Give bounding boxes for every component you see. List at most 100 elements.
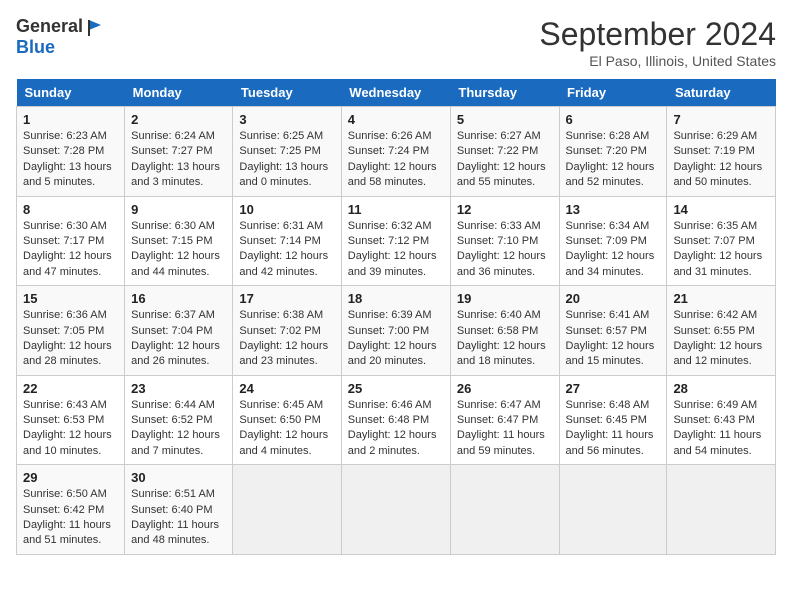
calendar-cell: 10 Sunrise: 6:31 AMSunset: 7:14 PMDayligh… [233, 196, 341, 286]
calendar-header-row: SundayMondayTuesdayWednesdayThursdayFrid… [17, 79, 776, 107]
day-number: 20 [566, 291, 661, 306]
day-number: 22 [23, 381, 118, 396]
day-number: 15 [23, 291, 118, 306]
title-area: September 2024 El Paso, Illinois, United… [539, 16, 776, 69]
day-number: 9 [131, 202, 226, 217]
calendar-cell: 7 Sunrise: 6:29 AMSunset: 7:19 PMDaylight… [667, 107, 776, 197]
day-number: 19 [457, 291, 553, 306]
day-number: 17 [239, 291, 334, 306]
calendar-cell: 23 Sunrise: 6:44 AMSunset: 6:52 PMDayligh… [125, 375, 233, 465]
calendar-cell: 21 Sunrise: 6:42 AMSunset: 6:55 PMDayligh… [667, 286, 776, 376]
calendar-cell: 28 Sunrise: 6:49 AMSunset: 6:43 PMDayligh… [667, 375, 776, 465]
calendar-cell: 17 Sunrise: 6:38 AMSunset: 7:02 PMDayligh… [233, 286, 341, 376]
day-number: 2 [131, 112, 226, 127]
cell-content: Sunrise: 6:46 AMSunset: 6:48 PMDaylight:… [348, 398, 444, 460]
calendar-cell: 24Sunrise: 6:45 AMSunset: 6:50 PMDayligh… [233, 375, 341, 465]
calendar-cell: 13 Sunrise: 6:34 AMSunset: 7:09 PMDayligh… [559, 196, 667, 286]
header-thursday: Thursday [450, 79, 559, 107]
cell-content: Sunrise: 6:37 AMSunset: 7:04 PMDaylight:… [131, 308, 226, 370]
cell-content: Sunrise: 6:42 AMSunset: 6:55 PMDaylight:… [673, 308, 769, 370]
cell-content: Sunrise: 6:26 AMSunset: 7:24 PMDaylight:… [348, 129, 444, 191]
calendar-cell: 25 Sunrise: 6:46 AMSunset: 6:48 PMDayligh… [341, 375, 450, 465]
cell-content: Sunrise: 6:28 AMSunset: 7:20 PMDaylight:… [566, 129, 661, 191]
calendar-week-5: 29Sunrise: 6:50 AMSunset: 6:42 PMDayligh… [17, 465, 776, 555]
logo: General Blue [16, 16, 107, 58]
calendar-cell: 27 Sunrise: 6:48 AMSunset: 6:45 PMDayligh… [559, 375, 667, 465]
logo-flag-icon [87, 18, 107, 36]
cell-content: Sunrise: 6:33 AMSunset: 7:10 PMDaylight:… [457, 219, 553, 281]
calendar-cell: 30Sunrise: 6:51 AMSunset: 6:40 PMDayligh… [125, 465, 233, 555]
cell-content: Sunrise: 6:34 AMSunset: 7:09 PMDaylight:… [566, 219, 661, 281]
calendar-cell: 8 Sunrise: 6:30 AMSunset: 7:17 PMDaylight… [17, 196, 125, 286]
day-number: 21 [673, 291, 769, 306]
day-number: 16 [131, 291, 226, 306]
cell-content: Sunrise: 6:43 AMSunset: 6:53 PMDaylight:… [23, 398, 118, 460]
cell-content: Sunrise: 6:38 AMSunset: 7:02 PMDaylight:… [239, 308, 334, 370]
cell-content: Sunrise: 6:32 AMSunset: 7:12 PMDaylight:… [348, 219, 444, 281]
calendar-cell: 1Sunrise: 6:23 AMSunset: 7:28 PMDaylight… [17, 107, 125, 197]
calendar-cell: 15 Sunrise: 6:36 AMSunset: 7:05 PMDayligh… [17, 286, 125, 376]
day-number: 24 [239, 381, 334, 396]
day-number: 29 [23, 470, 118, 485]
logo-blue-text: Blue [16, 37, 55, 57]
day-number: 25 [348, 381, 444, 396]
day-number: 1 [23, 112, 118, 127]
cell-content: Sunrise: 6:44 AMSunset: 6:52 PMDaylight:… [131, 398, 226, 460]
cell-content: Sunrise: 6:36 AMSunset: 7:05 PMDaylight:… [23, 308, 118, 370]
day-number: 3 [239, 112, 334, 127]
calendar-cell: 4 Sunrise: 6:26 AMSunset: 7:24 PMDaylight… [341, 107, 450, 197]
header-friday: Friday [559, 79, 667, 107]
calendar-cell: 22 Sunrise: 6:43 AMSunset: 6:53 PMDayligh… [17, 375, 125, 465]
day-number: 18 [348, 291, 444, 306]
calendar-cell: 26 Sunrise: 6:47 AMSunset: 6:47 PMDayligh… [450, 375, 559, 465]
header-wednesday: Wednesday [341, 79, 450, 107]
calendar-cell: 19 Sunrise: 6:40 AMSunset: 6:58 PMDayligh… [450, 286, 559, 376]
cell-content: Sunrise: 6:40 AMSunset: 6:58 PMDaylight:… [457, 308, 553, 370]
day-number: 7 [673, 112, 769, 127]
month-title: September 2024 [539, 16, 776, 53]
logo-general-text: General [16, 16, 83, 37]
calendar-cell: 18Sunrise: 6:39 AMSunset: 7:00 PMDayligh… [341, 286, 450, 376]
cell-content: Sunrise: 6:35 AMSunset: 7:07 PMDaylight:… [673, 219, 769, 281]
cell-content: Sunrise: 6:41 AMSunset: 6:57 PMDaylight:… [566, 308, 661, 370]
calendar-cell: 14 Sunrise: 6:35 AMSunset: 7:07 PMDayligh… [667, 196, 776, 286]
calendar-cell: 6 Sunrise: 6:28 AMSunset: 7:20 PMDaylight… [559, 107, 667, 197]
calendar-table: SundayMondayTuesdayWednesdayThursdayFrid… [16, 79, 776, 555]
calendar-cell [450, 465, 559, 555]
day-number: 27 [566, 381, 661, 396]
cell-content: Sunrise: 6:27 AMSunset: 7:22 PMDaylight:… [457, 129, 553, 191]
day-number: 10 [239, 202, 334, 217]
day-number: 4 [348, 112, 444, 127]
day-number: 8 [23, 202, 118, 217]
calendar-cell [341, 465, 450, 555]
calendar-cell: 5Sunrise: 6:27 AMSunset: 7:22 PMDaylight… [450, 107, 559, 197]
calendar-week-3: 15 Sunrise: 6:36 AMSunset: 7:05 PMDayligh… [17, 286, 776, 376]
cell-content: Sunrise: 6:30 AMSunset: 7:15 PMDaylight:… [131, 219, 226, 281]
calendar-cell: 16 Sunrise: 6:37 AMSunset: 7:04 PMDayligh… [125, 286, 233, 376]
cell-content: Sunrise: 6:29 AMSunset: 7:19 PMDaylight:… [673, 129, 769, 191]
cell-content: Sunrise: 6:49 AMSunset: 6:43 PMDaylight:… [673, 398, 769, 460]
day-number: 11 [348, 202, 444, 217]
calendar-cell: 9 Sunrise: 6:30 AMSunset: 7:15 PMDaylight… [125, 196, 233, 286]
cell-content: Sunrise: 6:24 AMSunset: 7:27 PMDaylight:… [131, 129, 226, 191]
day-number: 13 [566, 202, 661, 217]
cell-content: Sunrise: 6:51 AMSunset: 6:40 PMDaylight:… [131, 487, 226, 549]
day-number: 14 [673, 202, 769, 217]
header-tuesday: Tuesday [233, 79, 341, 107]
cell-content: Sunrise: 6:47 AMSunset: 6:47 PMDaylight:… [457, 398, 553, 460]
header-saturday: Saturday [667, 79, 776, 107]
cell-content: Sunrise: 6:31 AMSunset: 7:14 PMDaylight:… [239, 219, 334, 281]
day-number: 26 [457, 381, 553, 396]
calendar-cell: 29Sunrise: 6:50 AMSunset: 6:42 PMDayligh… [17, 465, 125, 555]
header-sunday: Sunday [17, 79, 125, 107]
calendar-cell: 20 Sunrise: 6:41 AMSunset: 6:57 PMDayligh… [559, 286, 667, 376]
day-number: 6 [566, 112, 661, 127]
cell-content: Sunrise: 6:30 AMSunset: 7:17 PMDaylight:… [23, 219, 118, 281]
day-number: 28 [673, 381, 769, 396]
cell-content: Sunrise: 6:48 AMSunset: 6:45 PMDaylight:… [566, 398, 661, 460]
header: General Blue September 2024 El Paso, Ill… [16, 16, 776, 69]
day-number: 23 [131, 381, 226, 396]
calendar-cell: 2 Sunrise: 6:24 AMSunset: 7:27 PMDaylight… [125, 107, 233, 197]
calendar-week-4: 22 Sunrise: 6:43 AMSunset: 6:53 PMDayligh… [17, 375, 776, 465]
day-number: 12 [457, 202, 553, 217]
